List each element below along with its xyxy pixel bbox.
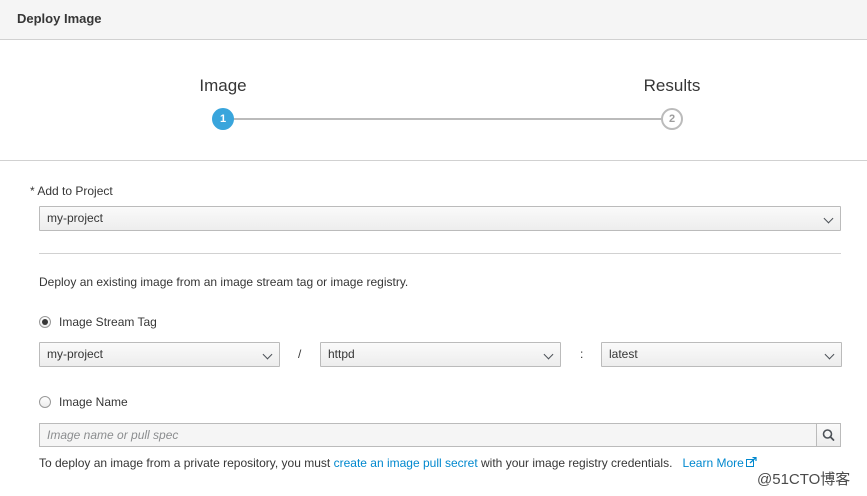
colon-separator: : — [580, 347, 584, 361]
chevron-down-icon — [824, 349, 835, 360]
slash-separator: / — [298, 347, 302, 361]
search-icon — [822, 429, 835, 441]
step-image-number: 1 — [219, 113, 227, 125]
step-results-label[interactable]: Results — [644, 76, 701, 96]
chevron-down-icon — [543, 349, 554, 360]
create-pull-secret-link[interactable]: create an image pull secret — [334, 456, 478, 470]
private-help-suffix: with your image registry credentials. — [481, 456, 673, 470]
step-connector — [223, 118, 672, 120]
project-select[interactable]: my-project — [39, 206, 841, 231]
chevron-down-icon — [262, 349, 273, 360]
step-image-label[interactable]: Image — [199, 76, 246, 96]
deploy-description: Deploy an existing image from an image s… — [39, 275, 409, 289]
tag-select-value: latest — [609, 347, 638, 361]
private-repo-help: To deploy an image from a private reposi… — [39, 456, 757, 470]
image-name-radio[interactable] — [39, 396, 51, 408]
dialog-header: Deploy Image — [0, 0, 867, 40]
section-divider — [39, 253, 841, 254]
tag-select[interactable]: latest — [601, 342, 842, 367]
learn-more-link[interactable]: Learn More — [682, 456, 757, 470]
step-results-circle[interactable]: 2 — [661, 108, 683, 130]
image-stream-tag-label[interactable]: Image Stream Tag — [59, 315, 157, 329]
image-name-input[interactable]: Image name or pull spec — [39, 423, 817, 447]
chevron-down-icon — [823, 213, 834, 224]
namespace-select-value: my-project — [47, 347, 104, 361]
image-name-placeholder: Image name or pull spec — [47, 428, 179, 442]
step-image-circle[interactable]: 1 — [212, 108, 234, 130]
image-stream-select-value: httpd — [328, 347, 355, 361]
image-stream-tag-radio[interactable] — [39, 316, 51, 328]
project-select-value: my-project — [47, 211, 104, 225]
learn-more-label: Learn More — [682, 456, 744, 470]
step-results-number: 2 — [668, 113, 676, 125]
external-link-icon — [745, 456, 757, 467]
private-help-prefix: To deploy an image from a private reposi… — [39, 456, 331, 470]
add-to-project-label: * Add to Project — [30, 184, 113, 198]
wizard-steps: Image Results 1 2 — [0, 40, 867, 161]
image-stream-select[interactable]: httpd — [320, 342, 561, 367]
dialog-title: Deploy Image — [17, 11, 102, 26]
namespace-select[interactable]: my-project — [39, 342, 280, 367]
watermark-text: @51CTO博客 — [757, 471, 851, 488]
image-name-label[interactable]: Image Name — [59, 395, 128, 409]
radio-selected-dot — [42, 319, 48, 325]
search-button[interactable] — [816, 423, 841, 447]
